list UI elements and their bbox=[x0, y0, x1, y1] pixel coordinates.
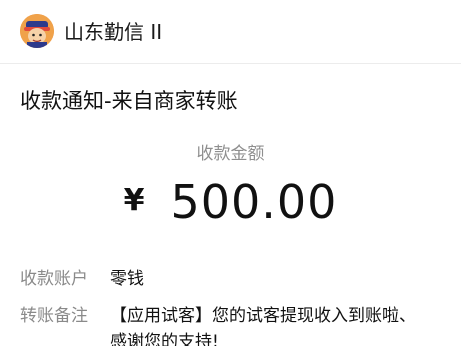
account-key: 收款账户 bbox=[20, 269, 88, 289]
detail-row-account: 收款账户 零钱 bbox=[20, 266, 440, 292]
cartoon-character-avatar-icon bbox=[20, 14, 54, 48]
detail-row-remark: 转账备注 【应用试客】您的试客提现收入到账啦、感谢您的支持! bbox=[20, 303, 440, 346]
currency-symbol: ¥ bbox=[123, 183, 145, 218]
header: 山东勤信 II bbox=[0, 0, 461, 64]
account-value: 零钱 bbox=[110, 269, 144, 289]
avatar[interactable] bbox=[20, 14, 54, 48]
amount-label: 收款金额 bbox=[196, 144, 265, 164]
official-account-name[interactable]: 山东勤信 II bbox=[64, 19, 162, 45]
remark-value: 【应用试客】您的试客提现收入到账啦、感谢您的支持! bbox=[110, 306, 416, 346]
amount-display: ¥500.00 bbox=[0, 175, 461, 229]
notice-title: 收款通知-来自商家转账 bbox=[20, 89, 238, 113]
remark-key: 转账备注 bbox=[20, 306, 88, 326]
amount-value: 500.00 bbox=[170, 175, 338, 229]
notification-page: 山东勤信 II 收款通知-来自商家转账 收款金额 ¥500.00 收款账户 零钱… bbox=[0, 0, 461, 346]
